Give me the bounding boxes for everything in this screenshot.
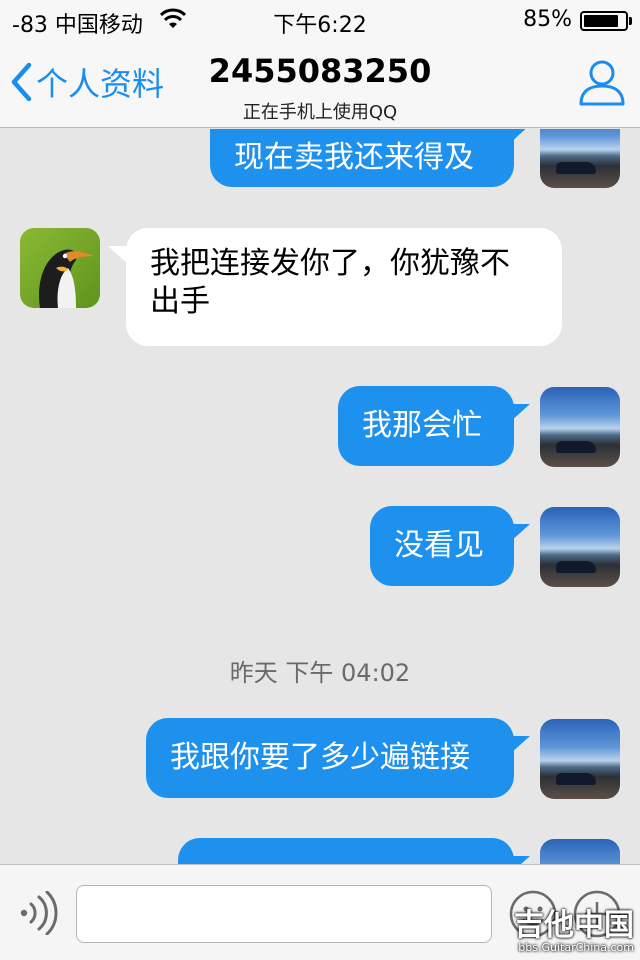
- watermark-title: 吉他中国: [514, 908, 634, 943]
- profile-button[interactable]: [578, 58, 626, 110]
- status-bar: -83 中国移动 下午6:22 85%: [0, 0, 640, 40]
- timestamp-divider: 昨天 下午 04:02: [229, 659, 411, 687]
- penguin-icon: [39, 249, 94, 308]
- message-bubble-outgoing[interactable]: [178, 838, 514, 864]
- message-bubble-outgoing[interactable]: 现在卖我还来得及: [210, 129, 514, 187]
- bubble-tail: [510, 736, 530, 754]
- input-bar: 吉他中国 bbs.GuitarChina.com: [0, 864, 640, 960]
- message-text: 我把连接发你了，你犹豫不出手: [150, 246, 510, 319]
- message-bubble-outgoing[interactable]: 我跟你要了多少遍链接: [146, 718, 514, 798]
- chat-title: 2455083250: [208, 52, 432, 90]
- message-bubble-outgoing[interactable]: 没看见: [370, 506, 514, 586]
- bubble-tail: [510, 404, 530, 422]
- voice-icon: [20, 890, 58, 936]
- bubble-tail: [510, 856, 530, 864]
- nav-bar: 个人资料 2455083250 正在手机上使用QQ: [0, 40, 640, 128]
- my-avatar[interactable]: [540, 839, 620, 864]
- bubble-tail: [510, 524, 530, 542]
- watermark-url: bbs.GuitarChina.com: [518, 941, 634, 954]
- message-text: 我那会忙: [362, 408, 482, 443]
- watermark: 吉他中国 bbs.GuitarChina.com: [514, 910, 634, 954]
- message-text: 没看见: [394, 528, 484, 563]
- message-text: 现在卖我还来得及: [234, 140, 474, 175]
- my-avatar[interactable]: [540, 507, 620, 587]
- message-text: 我跟你要了多少遍链接: [170, 740, 470, 775]
- my-avatar[interactable]: [540, 719, 620, 799]
- battery-percent: 85%: [523, 7, 572, 32]
- user-icon: [579, 60, 625, 106]
- message-bubble-outgoing[interactable]: 我那会忙: [338, 386, 514, 466]
- bubble-tail: [108, 246, 128, 264]
- chat-area[interactable]: 现在卖我还来得及 我把连接发你了，你犹豫不出手 我那会忙 没看见 昨天 下午 0…: [0, 129, 640, 864]
- voice-button[interactable]: [18, 890, 58, 939]
- battery-icon: [580, 11, 632, 31]
- message-bubble-incoming[interactable]: 我把连接发你了，你犹豫不出手: [126, 228, 562, 346]
- message-input[interactable]: [76, 885, 492, 943]
- battery-level: [584, 15, 618, 27]
- chat-subtitle: 正在手机上使用QQ: [242, 102, 398, 123]
- my-avatar[interactable]: [540, 129, 620, 188]
- my-avatar[interactable]: [540, 387, 620, 467]
- contact-avatar[interactable]: [20, 228, 100, 308]
